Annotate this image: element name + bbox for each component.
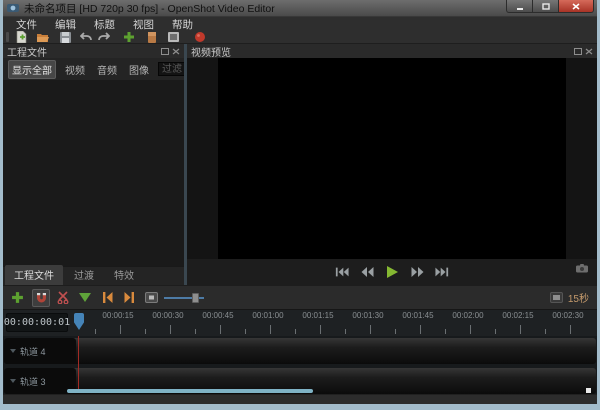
main-toolbar xyxy=(3,31,597,44)
float-panel-icon[interactable] xyxy=(574,48,582,55)
ruler-label: 00:00:15 xyxy=(94,311,142,320)
menu-help[interactable]: 帮助 xyxy=(163,17,202,32)
jump-to-start-icon[interactable] xyxy=(334,266,350,278)
undo-icon[interactable] xyxy=(80,31,92,43)
zoom-slider-handle[interactable] xyxy=(192,293,199,303)
timeline-ruler[interactable]: 00:00:00:01 00:00:15 00:00:30 00:00:45 0… xyxy=(3,309,597,336)
fullscreen-icon[interactable] xyxy=(167,31,179,43)
project-files-panel: 工程文件 显示全部 视频 音频 图像 工程文件 过 xyxy=(3,44,184,285)
filter-row: 显示全部 视频 音频 图像 xyxy=(3,58,184,80)
redo-icon[interactable] xyxy=(98,31,110,43)
ruler-label: 00:01:15 xyxy=(294,311,342,320)
chevron-down-icon xyxy=(10,349,16,353)
previous-marker-icon[interactable] xyxy=(100,291,114,305)
chevron-down-icon xyxy=(10,379,16,383)
video-preview-area xyxy=(187,58,597,259)
track-header[interactable]: 轨道 4 xyxy=(4,338,76,364)
track-label: 轨道 3 xyxy=(20,375,46,388)
fast-forward-icon[interactable] xyxy=(409,266,425,278)
maximize-button[interactable] xyxy=(533,0,559,13)
choose-profile-icon[interactable] xyxy=(146,31,158,43)
add-track-icon[interactable] xyxy=(10,291,24,305)
snapping-toggle-icon[interactable] xyxy=(32,289,50,307)
ruler-label: 00:01:45 xyxy=(394,311,442,320)
filter-audio-button[interactable]: 音频 xyxy=(94,61,120,78)
app-icon xyxy=(7,3,19,13)
add-marker-icon[interactable] xyxy=(78,291,92,305)
openshot-window: 未命名项目 [HD 720p 30 fps] - OpenShot Video … xyxy=(0,0,600,410)
video-frame xyxy=(218,58,566,259)
next-marker-icon[interactable] xyxy=(122,291,136,305)
menu-bar: 文件 编辑 标题 视图 帮助 xyxy=(3,17,597,31)
open-project-icon[interactable] xyxy=(37,31,49,43)
export-video-icon[interactable] xyxy=(194,31,206,43)
filter-video-button[interactable]: 视频 xyxy=(62,61,88,78)
ruler-label: 00:00:45 xyxy=(194,311,242,320)
zoom-fit-icon[interactable] xyxy=(144,291,158,305)
track-lane[interactable] xyxy=(4,338,596,364)
close-button[interactable] xyxy=(559,0,594,13)
rewind-icon[interactable] xyxy=(359,266,375,278)
scrollbar-end-grip[interactable] xyxy=(586,388,591,393)
ruler-label: 00:01:30 xyxy=(344,311,392,320)
status-bar xyxy=(3,394,597,404)
main-area: 工程文件 显示全部 视频 音频 图像 工程文件 过 xyxy=(3,44,597,285)
menu-edit[interactable]: 编辑 xyxy=(46,17,85,32)
video-preview-title: 视频预览 xyxy=(191,44,574,59)
minimize-button[interactable] xyxy=(506,0,533,13)
video-preview-header: 视频预览 xyxy=(187,44,597,58)
project-files-list[interactable] xyxy=(3,80,184,266)
playhead-marker[interactable] xyxy=(74,313,84,330)
toolbar-grip[interactable] xyxy=(6,32,9,42)
timeline-tracks: 轨道 4 轨道 3 xyxy=(3,336,597,394)
timeline-zoom-slider[interactable] xyxy=(164,292,204,304)
timeline-toolbar: 15秒 xyxy=(3,285,597,309)
import-files-icon[interactable] xyxy=(123,31,135,43)
razor-tool-icon[interactable] xyxy=(56,291,70,305)
playhead-line xyxy=(78,336,79,392)
tab-project-files[interactable]: 工程文件 xyxy=(5,265,63,285)
filter-show-all-button[interactable]: 显示全部 xyxy=(8,60,56,79)
menu-view[interactable]: 视图 xyxy=(124,17,163,32)
tab-transitions[interactable]: 过渡 xyxy=(65,265,103,285)
project-files-title: 工程文件 xyxy=(7,44,161,59)
close-panel-icon[interactable] xyxy=(585,48,593,55)
track-label: 轨道 4 xyxy=(20,345,46,358)
new-project-icon[interactable] xyxy=(15,31,27,43)
jump-to-end-icon[interactable] xyxy=(434,266,450,278)
ruler-label: 00:02:30 xyxy=(544,311,592,320)
scrollbar-thumb[interactable] xyxy=(67,389,313,393)
project-files-header: 工程文件 xyxy=(3,44,184,58)
bottom-tabs: 工程文件 过渡 特效 xyxy=(3,266,184,285)
window-frame: 未命名项目 [HD 720p 30 fps] - OpenShot Video … xyxy=(3,0,597,404)
menu-title[interactable]: 标题 xyxy=(85,17,124,32)
ruler-label: 00:02:00 xyxy=(444,311,492,320)
window-controls xyxy=(506,0,594,13)
playhead-timecode: 00:00:00:01 xyxy=(6,313,68,332)
title-bar: 未命名项目 [HD 720p 30 fps] - OpenShot Video … xyxy=(3,0,597,17)
capture-frame-icon[interactable] xyxy=(576,260,588,278)
video-preview-panel: 视频预览 xyxy=(187,44,597,285)
ruler-label: 00:02:15 xyxy=(494,311,542,320)
menu-file[interactable]: 文件 xyxy=(7,17,46,32)
filter-image-button[interactable]: 图像 xyxy=(126,61,152,78)
zoom-scale-icon[interactable] xyxy=(550,292,563,303)
float-panel-icon[interactable] xyxy=(161,48,169,55)
ruler-label: 00:01:00 xyxy=(244,311,292,320)
save-project-icon[interactable] xyxy=(59,31,71,43)
window-title: 未命名项目 [HD 720p 30 fps] - OpenShot Video … xyxy=(24,1,275,16)
ruler-label: 00:00:30 xyxy=(144,311,192,320)
transport-controls xyxy=(187,259,597,285)
play-icon[interactable] xyxy=(384,266,400,278)
timeline-horizontal-scrollbar[interactable] xyxy=(3,388,597,394)
tab-effects[interactable]: 特效 xyxy=(105,265,143,285)
close-panel-icon[interactable] xyxy=(172,48,180,55)
zoom-scale-label: 15秒 xyxy=(568,290,589,305)
